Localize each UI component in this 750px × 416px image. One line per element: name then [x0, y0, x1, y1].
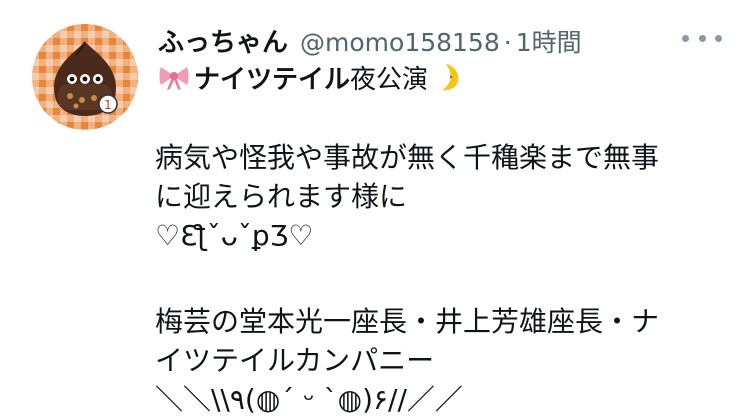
timestamp[interactable]: 1時間 — [516, 23, 582, 59]
user-subline: ナイツテイル 夜公演 — [158, 60, 462, 95]
tweet-card[interactable]: 1 ふっちゃん @momo158158 · 1時間 ナイツテイル 夜公演 病気や… — [0, 0, 750, 416]
subline-title: ナイツテイル — [194, 64, 351, 95]
crescent-moon-emoji — [442, 64, 459, 91]
subline-suffix: 夜公演 — [350, 64, 429, 95]
ribbon-emoji — [159, 67, 189, 90]
svg-text:1: 1 — [104, 98, 112, 112]
tweet-text-paragraph: 病気や怪我や事故が無く千穐楽まで無事 に迎えられます様に ♡ƐƪˇᴗˇꝑƷ♡ — [155, 141, 660, 252]
tweet-body: 病気や怪我や事故が無く千穐楽まで無事 に迎えられます様に ♡ƐƪˇᴗˇꝑƷ♡ 梅… — [155, 138, 740, 416]
more-dots-icon[interactable] — [682, 28, 722, 48]
tweet-text-paragraph: 梅芸の堂本光一座長・井上芳雄座長・ナ イツテイルカンパニー ＼＼\\٩(◍ˊ ᵕ… — [155, 305, 660, 416]
separator-dot: · — [503, 28, 512, 57]
tweet-header: ふっちゃん @momo158158 · 1時間 — [158, 22, 582, 58]
display-name[interactable]: ふっちゃん — [158, 22, 288, 59]
avatar[interactable]: 1 — [32, 24, 138, 130]
chestnut-character-icon: 1 — [54, 41, 118, 116]
user-handle[interactable]: @momo158158 — [300, 28, 500, 57]
